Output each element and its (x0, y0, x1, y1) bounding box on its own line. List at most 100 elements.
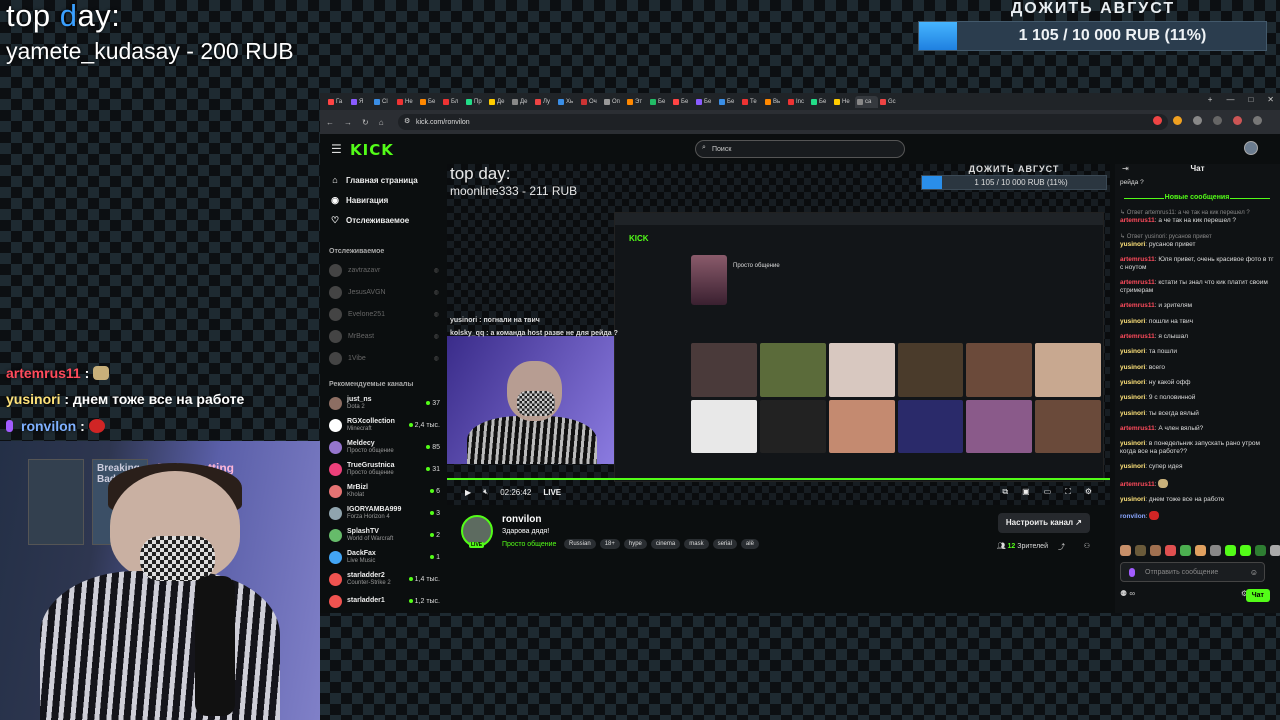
following-channel[interactable]: 1Vibe ◍ (320, 347, 445, 369)
emote-icon[interactable] (1195, 545, 1206, 556)
points-icon[interactable]: ⚉ (1120, 589, 1127, 598)
browser-tab[interactable]: Вь (763, 96, 786, 108)
browser-tab[interactable]: са (855, 95, 878, 108)
browser-tab[interactable]: Бе (809, 96, 832, 108)
stream-tag[interactable]: cinema (650, 539, 681, 549)
recommended-channel[interactable]: SplashTV World of Warcraft 2 (320, 524, 445, 546)
recommended-channel[interactable]: MrBizl Kholat 6 (320, 480, 445, 502)
browser-tab[interactable]: Бе (418, 96, 441, 108)
profile-icon[interactable] (1233, 116, 1242, 125)
volume-icon[interactable]: 🔇︎ (483, 487, 488, 497)
browser-tab[interactable]: Де (487, 96, 510, 108)
stream-tag[interactable]: 18+ (599, 539, 620, 549)
recommended-channel[interactable]: starladder2 Counter-Strike 2 1,4 тыс. (320, 568, 445, 590)
new-tab-button[interactable]: + (1208, 95, 1213, 104)
emote-icon[interactable] (1270, 545, 1280, 556)
browser-tab[interactable]: Га (326, 96, 349, 108)
sidebar-item-home[interactable]: ⌂ Главная страница (320, 170, 445, 190)
extension-icon[interactable] (1153, 116, 1162, 125)
search-input[interactable]: ⌕ Поиск (695, 140, 905, 158)
recommended-channel[interactable]: IGORYAMBA999 Forza Horizon 4 3 (320, 502, 445, 524)
settings-icon[interactable]: ⚙ (1085, 487, 1092, 497)
chat-username[interactable]: artemrus11 (1120, 279, 1155, 286)
chat-username[interactable]: yusinori (1120, 394, 1145, 401)
home-icon[interactable]: ⌂ (379, 118, 384, 127)
channel-name[interactable]: ronvilon (502, 514, 541, 525)
emote-icon[interactable] (1240, 545, 1251, 556)
chat-username[interactable]: artemrus11 (1120, 217, 1155, 224)
play-icon[interactable]: ▶ (465, 488, 471, 497)
emote-icon[interactable] (1255, 545, 1266, 556)
following-channel[interactable]: zavtrazavr ◍ (320, 259, 445, 281)
browser-tab[interactable]: Бе (648, 96, 671, 108)
browser-tab[interactable]: Не (395, 96, 418, 108)
browser-tab[interactable]: Gc (878, 96, 901, 108)
forward-icon[interactable]: → (344, 118, 352, 127)
menu-icon[interactable] (1253, 116, 1262, 125)
chat-username[interactable]: yusinori (1120, 440, 1145, 447)
chat-username[interactable]: yusinori (1120, 241, 1145, 248)
extension-icon[interactable] (1213, 116, 1222, 125)
following-channel[interactable]: MrBeast ◍ (320, 325, 445, 347)
emoji-picker-icon[interactable]: ☺ (1250, 568, 1258, 577)
emote-icon[interactable] (1180, 545, 1191, 556)
browser-tab[interactable]: Де (510, 96, 533, 108)
chat-username[interactable]: artemrus11 (1120, 256, 1155, 263)
recommended-channel[interactable]: just_ns Dota 2 37 (320, 392, 445, 414)
recommended-channel[interactable]: TrueGrustnica Просто общение 31 (320, 458, 445, 480)
browser-tab[interactable]: Пр (464, 96, 487, 108)
url-field[interactable]: ⚙ kick.com/ronvilon (398, 114, 1168, 130)
follow-icon[interactable]: ⚇ (1084, 542, 1090, 550)
stream-tag[interactable]: hype (623, 539, 647, 549)
chat-username[interactable]: artemrus11 (1120, 333, 1155, 340)
browser-tab[interactable]: Те (740, 96, 763, 108)
browser-tab[interactable]: Я (349, 96, 372, 108)
chat-input[interactable]: Отправить сообщение ☺ (1120, 562, 1265, 582)
chat-username[interactable]: yusinori (1120, 379, 1145, 386)
chat-username[interactable]: yusinori (1120, 318, 1145, 325)
menu-icon[interactable]: ☰ (331, 142, 342, 156)
sidebar-item-following[interactable]: ♡ Отслеживаемое (320, 210, 445, 230)
browser-tab[interactable]: Оч (579, 96, 602, 108)
following-channel[interactable]: Evelone251 ◍ (320, 303, 445, 325)
user-avatar[interactable] (1244, 141, 1258, 155)
recommended-channel[interactable]: RGXcollection Minecraft 2,4 тыс. (320, 414, 445, 436)
chat-username[interactable]: yusinori (1120, 463, 1145, 470)
browser-tab[interactable]: Бе (671, 96, 694, 108)
site-info-icon[interactable]: ⚙ (404, 117, 410, 125)
channel-settings-button[interactable]: Настроить канал ↗ (997, 513, 1090, 533)
share-icon[interactable]: ⤴ (1058, 542, 1065, 552)
chat-username[interactable]: artemrus11 (1120, 481, 1155, 488)
fullscreen-icon[interactable]: ⛶ (1065, 487, 1071, 497)
emote-icon[interactable] (1210, 545, 1221, 556)
maximize-button[interactable]: □ (1248, 95, 1253, 104)
browser-tab[interactable]: Хь (556, 96, 579, 108)
browser-tab[interactable]: Сl (372, 96, 395, 108)
emote-icon[interactable] (1165, 545, 1176, 556)
emote-icon[interactable] (1135, 545, 1146, 556)
chat-username[interactable]: yusinori (1120, 496, 1145, 503)
stream-tag[interactable]: Russian (564, 539, 596, 549)
following-channel[interactable]: JesusAVGN ◍ (320, 281, 445, 303)
reload-icon[interactable]: ↻ (362, 118, 369, 127)
recommended-channel[interactable]: starladder1 1,2 тыс. (320, 590, 445, 612)
stream-category[interactable]: Просто общение (502, 541, 556, 548)
back-icon[interactable]: ← (326, 118, 334, 127)
seek-bar[interactable] (447, 478, 1110, 480)
recommended-channel[interactable]: Meldecy Просто общение 85 (320, 436, 445, 458)
miniplayer-icon[interactable]: ▣ (1022, 487, 1030, 497)
minimize-button[interactable]: — (1226, 95, 1234, 104)
browser-tab[interactable]: Inc (786, 96, 809, 108)
chat-username[interactable]: ronvilon (1120, 513, 1146, 520)
video-player[interactable]: top day: moonline333 - 211 RUB ДОЖИТЬ АВ… (447, 164, 1110, 505)
emote-icon[interactable] (1150, 545, 1161, 556)
extension-icon[interactable] (1193, 116, 1202, 125)
chat-send-button[interactable]: Чат (1245, 589, 1270, 602)
sidebar-item-browse[interactable]: ◉ Навигация (320, 190, 445, 210)
chat-username[interactable]: artemrus11 (1120, 302, 1155, 309)
stream-tag[interactable]: alё (740, 539, 759, 549)
browser-tab[interactable]: Бе (694, 96, 717, 108)
recommended-channel[interactable]: DackFax Live Music 1 (320, 546, 445, 568)
extension-icon[interactable] (1173, 116, 1182, 125)
chat-username[interactable]: yusinori (1120, 410, 1145, 417)
